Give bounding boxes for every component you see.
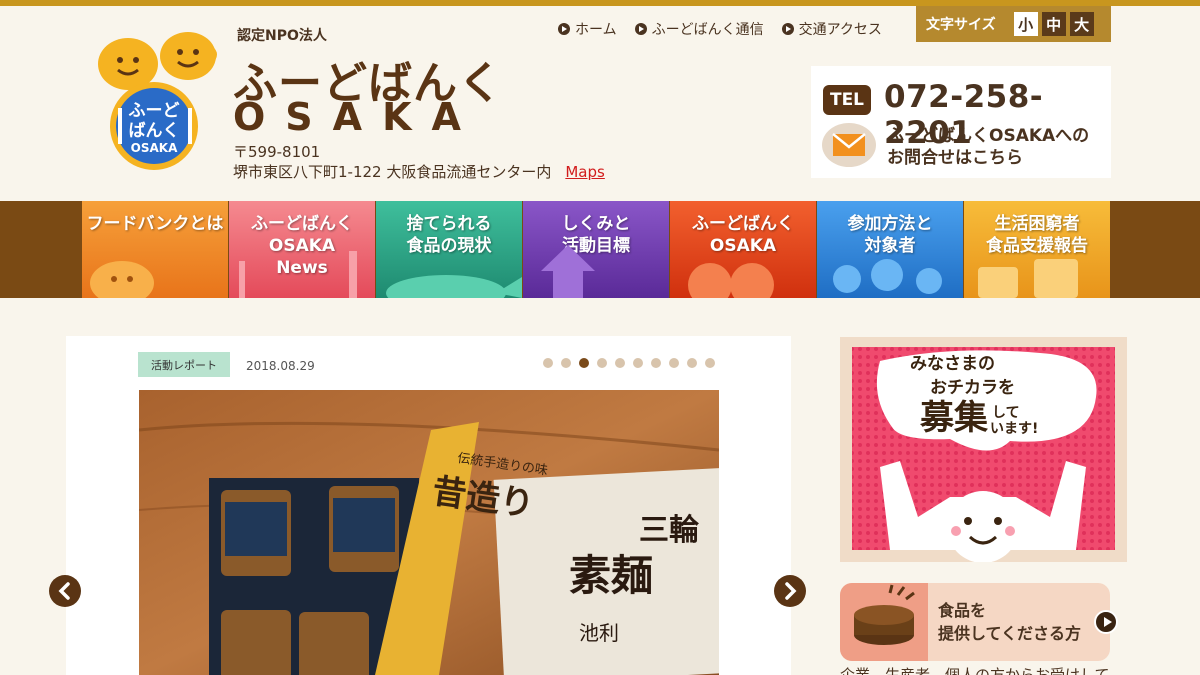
slider-prev-button[interactable] — [49, 575, 81, 607]
category-tag[interactable]: 活動レポート — [138, 352, 230, 377]
photo-text-4: 三輪 — [639, 513, 700, 548]
contact-form-link[interactable]: ふーどばんくOSAKAへの お問合せはこちら — [887, 125, 1089, 169]
nav-item-mechanism-goals[interactable]: しくみと 活動目標 — [523, 201, 669, 298]
address: 堺市東区八下町1-122 大阪食品流通センター内 Maps — [233, 161, 605, 182]
logo-text-3: OSAKA — [131, 141, 178, 155]
slider-dot[interactable] — [687, 358, 697, 368]
main-nav: フードバンクとは ふーどばんく OSAKA News 捨てられる 食品の現状 し… — [0, 201, 1200, 298]
fork-knife-icon — [239, 251, 357, 298]
logo-icon[interactable]: ふーど ばんく OSAKA — [92, 28, 222, 173]
people-icon — [833, 259, 942, 294]
food-can-icon — [840, 583, 928, 661]
play-bullet-icon — [634, 23, 647, 35]
provide-food-label: 食品を 提供してくださる方 — [938, 601, 1082, 643]
provide-food-description: 企業、生産者、個人の方からお受けして — [840, 666, 1110, 675]
logo-text-1: ふーど — [129, 101, 180, 121]
provide-food-link[interactable]: 食品を 提供してくださる方 — [840, 583, 1110, 661]
nav-link-label: 交通アクセス — [798, 22, 882, 38]
fish-icon — [386, 275, 522, 298]
banner-tail-2: います! — [990, 421, 1038, 437]
org-type-label: 認定NPO法人 — [237, 28, 327, 44]
food-items-icon — [978, 259, 1078, 298]
tel-badge: TEL — [823, 85, 871, 115]
nav-link-label: ふーどばんく通信 — [651, 22, 764, 38]
nav-item-foodbank-osaka[interactable]: ふーどばんく OSAKA — [670, 201, 816, 298]
logo-text-2: ばんく — [129, 121, 180, 141]
photo-text-3: 素麺 — [569, 551, 653, 600]
play-bullet-icon — [781, 23, 794, 35]
address-text: 堺市東区八下町1-122 大阪食品流通センター内 — [233, 163, 552, 181]
banner-tail-1: して — [992, 405, 1020, 421]
arrow-up-icon — [541, 245, 595, 298]
chevron-right-icon — [785, 582, 797, 600]
nav-item-food-waste[interactable]: 捨てられる 食品の現状 — [376, 201, 522, 298]
brand-name-en[interactable]: OSAKA — [233, 95, 481, 139]
play-circle-icon[interactable] — [1094, 610, 1118, 634]
banner-big: 募集 — [919, 398, 988, 438]
slider-dot[interactable] — [651, 358, 661, 368]
contact-box: TEL 072-258-2201 ふーどばんくOSAKAへの お問合せはこちら — [811, 66, 1111, 178]
nav-link-home[interactable]: ホーム — [558, 19, 617, 39]
slider-dot[interactable] — [597, 358, 607, 368]
chevron-left-icon — [58, 582, 70, 600]
banner-line-1: みなさまの — [910, 354, 995, 374]
font-size-label: 文字サイズ — [926, 17, 996, 33]
slider-dot[interactable] — [615, 358, 625, 368]
font-size-medium-button[interactable]: 中 — [1041, 12, 1066, 36]
mascot-faces-icon — [688, 263, 774, 298]
maps-link[interactable]: Maps — [565, 163, 604, 181]
nav-link-access[interactable]: 交通アクセス — [781, 19, 882, 39]
top-nav: ホーム ふーどばんく通信 交通アクセス — [558, 19, 882, 39]
slider-dot[interactable] — [705, 358, 715, 368]
news-slider: 活動レポート 2018.08.29 伝統手造りの味 昔造り 素麺 三輪 池利 — [66, 336, 791, 675]
slider-dot[interactable] — [633, 358, 643, 368]
slider-dot[interactable] — [579, 358, 589, 368]
nav-item-support-report[interactable]: 生活困窮者 食品支援報告 — [964, 201, 1110, 298]
nav-link-label: ホーム — [575, 22, 617, 38]
slider-dot[interactable] — [543, 358, 553, 368]
banner-line-2: おチカラを — [930, 378, 1015, 398]
photo-text-5: 池利 — [579, 621, 619, 645]
slider-dots — [543, 358, 715, 368]
nav-item-participation[interactable]: 参加方法と 対象者 — [817, 201, 963, 298]
font-size-small-button[interactable]: 小 — [1013, 12, 1038, 36]
slide-photo[interactable]: 伝統手造りの味 昔造り 素麺 三輪 池利 — [139, 390, 719, 675]
banner-illustration: みなさまの おチカラを 募集 して います! — [852, 347, 1115, 563]
nav-item-about-foodbank[interactable]: フードバンクとは — [82, 201, 228, 298]
font-size-large-button[interactable]: 大 — [1069, 12, 1094, 36]
nav-link-newsletter[interactable]: ふーどばんく通信 — [634, 19, 764, 39]
play-bullet-icon — [558, 23, 570, 35]
mail-icon — [822, 123, 876, 167]
nav-item-news[interactable]: ふーどばんく OSAKA News — [229, 201, 375, 298]
slide-image: 伝統手造りの味 昔造り 素麺 三輪 池利 — [139, 390, 719, 675]
recruitment-banner[interactable]: みなさまの おチカラを 募集 して います! — [840, 337, 1127, 563]
post-date: 2018.08.29 — [246, 359, 315, 373]
slider-dot[interactable] — [669, 358, 679, 368]
slider-dot[interactable] — [561, 358, 571, 368]
chick-icon — [90, 261, 154, 298]
postal-code: 〒599-8101 — [233, 143, 321, 161]
slider-next-button[interactable] — [774, 575, 806, 607]
font-size-switcher: 文字サイズ 小 中 大 — [916, 6, 1111, 42]
